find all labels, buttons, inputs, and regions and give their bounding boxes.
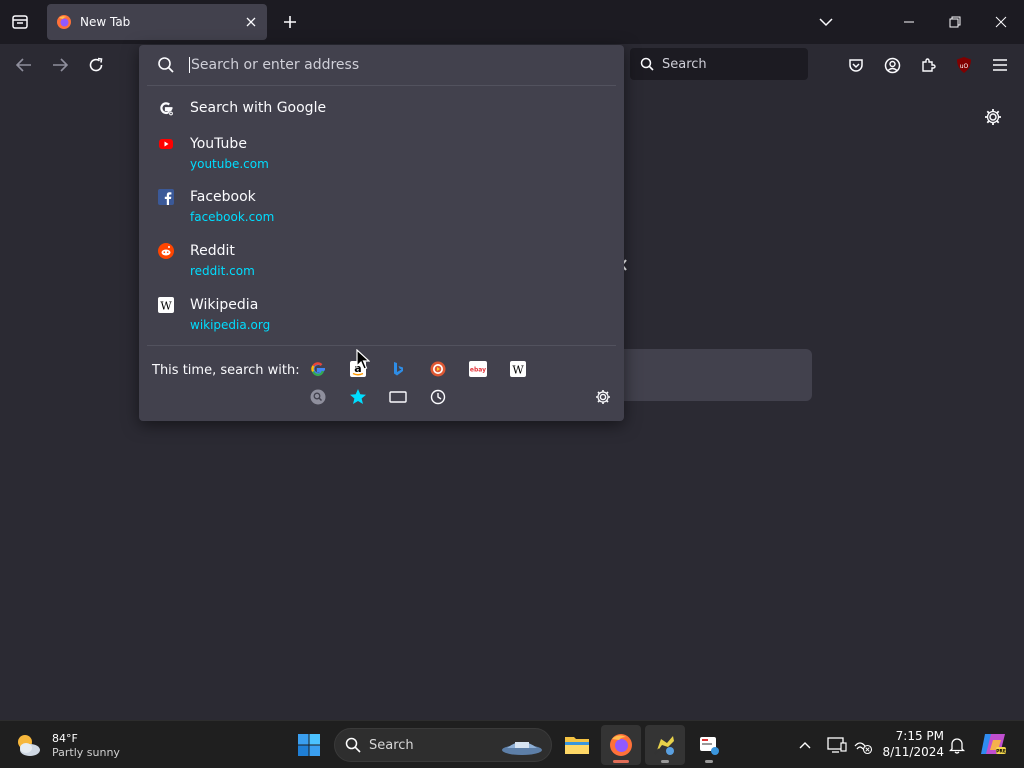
forward-arrow-icon[interactable] bbox=[45, 50, 75, 80]
hamburger-menu-icon[interactable] bbox=[985, 50, 1015, 80]
result-title: Search with Google bbox=[190, 100, 327, 116]
clock-time: 7:15 PM bbox=[895, 729, 944, 743]
result-title: YouTube bbox=[190, 136, 247, 152]
divider bbox=[147, 85, 616, 86]
result-url: youtube.com bbox=[190, 157, 269, 171]
history-icon[interactable] bbox=[424, 383, 452, 411]
one-off-search-label: This time, search with: bbox=[152, 363, 300, 378]
firefox-icon bbox=[57, 15, 71, 29]
ebay-icon[interactable]: ebay bbox=[464, 355, 492, 383]
extensions-puzzle-icon[interactable] bbox=[913, 50, 943, 80]
result-title: Reddit bbox=[190, 243, 235, 259]
reload-icon[interactable] bbox=[81, 50, 111, 80]
notifications-bell-icon[interactable] bbox=[947, 735, 967, 755]
search-settings-gear-icon[interactable] bbox=[589, 383, 617, 411]
ntp-settings-gear-icon[interactable] bbox=[980, 104, 1006, 130]
tab-strip: New Tab bbox=[0, 0, 1024, 44]
app-running-indicator bbox=[705, 760, 713, 763]
app-running-indicator bbox=[661, 760, 669, 763]
window-restore-icon[interactable] bbox=[932, 0, 978, 44]
taskbar-search-box[interactable]: Search bbox=[334, 728, 552, 762]
result-wikipedia[interactable]: W Wikipedia wikipedia.org bbox=[147, 290, 616, 340]
windows-taskbar: 84°F Partly sunny Search 7:15 PM 8/11/20… bbox=[0, 720, 1024, 768]
taskbar-search-label: Search bbox=[369, 737, 414, 753]
facebook-icon bbox=[158, 189, 174, 205]
search-icon bbox=[640, 57, 654, 71]
urlbar-input[interactable] bbox=[189, 57, 589, 73]
search-icon bbox=[158, 57, 174, 73]
toolbar-search-box[interactable]: Search bbox=[630, 48, 808, 80]
window-close-icon[interactable] bbox=[978, 0, 1024, 44]
svg-text:W: W bbox=[512, 364, 524, 377]
google-search-icon bbox=[160, 102, 174, 116]
wikipedia-icon: W bbox=[158, 297, 174, 313]
close-tab-icon[interactable] bbox=[239, 10, 263, 34]
firefox-view-button[interactable] bbox=[4, 6, 36, 38]
tab-title: New Tab bbox=[80, 15, 131, 29]
bing-icon[interactable] bbox=[384, 355, 412, 383]
display-tray-icon[interactable] bbox=[826, 734, 848, 756]
result-url: facebook.com bbox=[190, 210, 275, 224]
toolbar-search-placeholder: Search bbox=[662, 56, 707, 72]
youtube-icon bbox=[159, 139, 173, 149]
weather-description: Partly sunny bbox=[52, 745, 120, 759]
firefox-view-icon bbox=[12, 15, 28, 29]
weather-widget[interactable]: 84°F Partly sunny bbox=[14, 727, 144, 763]
list-all-tabs-chevron-icon[interactable] bbox=[812, 8, 840, 36]
weather-temperature: 84°F bbox=[52, 731, 78, 745]
search-icon bbox=[345, 737, 361, 753]
windows-start-icon[interactable] bbox=[293, 729, 325, 761]
paint-app-icon[interactable] bbox=[645, 725, 685, 765]
partly-sunny-icon bbox=[18, 735, 40, 756]
urlbar-input-row[interactable] bbox=[139, 45, 624, 85]
account-icon[interactable] bbox=[877, 50, 907, 80]
window-minimize-icon[interactable] bbox=[886, 0, 932, 44]
result-title: Wikipedia bbox=[190, 297, 259, 313]
ebay-logo-text: ebay bbox=[470, 367, 486, 374]
clock-date: 8/11/2024 bbox=[882, 745, 944, 759]
svg-text:W: W bbox=[160, 300, 172, 313]
pocket-icon[interactable] bbox=[841, 50, 871, 80]
result-url: wikipedia.org bbox=[190, 318, 271, 332]
ublock-origin-icon[interactable]: uO bbox=[949, 50, 979, 80]
duckduckgo-icon[interactable] bbox=[424, 355, 452, 383]
back-arrow-icon[interactable] bbox=[9, 50, 39, 80]
svg-text:PRE: PRE bbox=[996, 749, 1006, 755]
tabs-icon[interactable] bbox=[384, 383, 412, 411]
result-reddit[interactable]: Reddit reddit.com bbox=[147, 236, 616, 286]
mouse-cursor-icon bbox=[356, 349, 370, 370]
result-search-with-google[interactable]: Search with Google bbox=[147, 93, 616, 123]
result-title: Facebook bbox=[190, 189, 256, 205]
show-hidden-icons-chevron-icon[interactable] bbox=[795, 735, 815, 755]
bookmarks-star-icon[interactable] bbox=[344, 383, 372, 411]
network-disconnected-icon[interactable] bbox=[852, 734, 874, 756]
taskbar-clock[interactable]: 7:15 PM 8/11/2024 bbox=[880, 729, 944, 759]
result-url: reddit.com bbox=[190, 264, 255, 278]
google-icon[interactable] bbox=[304, 355, 332, 383]
result-youtube[interactable]: YouTube youtube.com bbox=[147, 129, 616, 179]
new-tab-plus-icon[interactable] bbox=[276, 8, 304, 36]
snipping-tool-icon[interactable] bbox=[689, 725, 729, 765]
urlbar-dropdown: Search with Google YouTube youtube.com F… bbox=[139, 45, 624, 421]
active-app-indicator bbox=[613, 760, 629, 763]
firefox-taskbar-icon[interactable] bbox=[601, 725, 641, 765]
search-highlight-illustration-icon bbox=[502, 742, 542, 755]
reddit-icon bbox=[158, 243, 174, 259]
result-facebook[interactable]: Facebook facebook.com bbox=[147, 182, 616, 232]
file-explorer-icon[interactable] bbox=[557, 725, 597, 765]
copilot-icon[interactable]: PRE bbox=[979, 730, 1007, 758]
divider bbox=[147, 345, 616, 346]
wikipedia-icon[interactable]: W bbox=[504, 355, 532, 383]
tabs-search-icon[interactable] bbox=[304, 383, 332, 411]
svg-text:uO: uO bbox=[960, 63, 969, 70]
tab-new-tab[interactable]: New Tab bbox=[47, 4, 267, 40]
